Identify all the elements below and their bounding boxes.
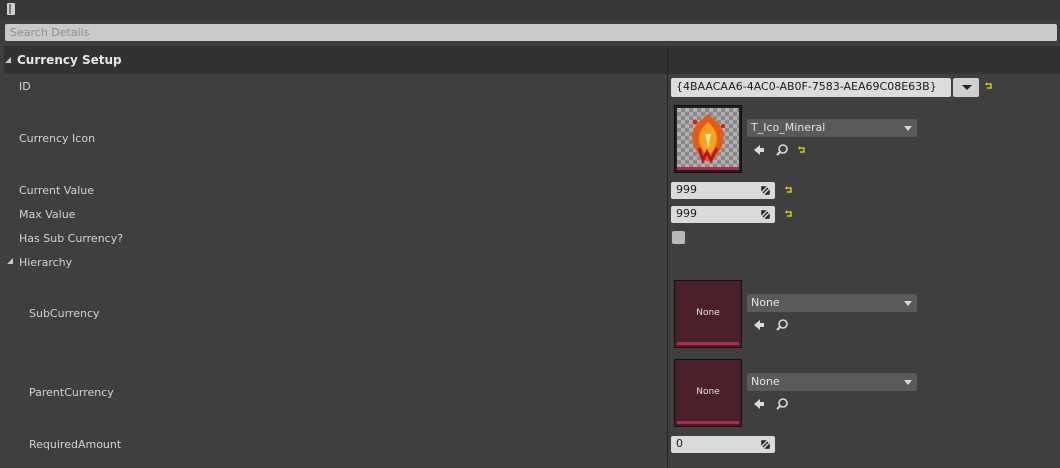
column-divider[interactable] bbox=[667, 46, 668, 468]
browse-asset-icon[interactable] bbox=[775, 143, 789, 157]
required-amount-field[interactable]: 0 bbox=[671, 436, 775, 453]
search-details-input[interactable] bbox=[5, 24, 1057, 41]
drag-value-icon[interactable] bbox=[761, 440, 770, 449]
required-amount-text: 0 bbox=[676, 437, 683, 450]
use-selected-asset-icon[interactable] bbox=[752, 143, 766, 157]
required-amount-label: RequiredAmount bbox=[29, 438, 122, 451]
hierarchy-label[interactable]: Hierarchy bbox=[19, 256, 72, 269]
drag-value-icon[interactable] bbox=[761, 186, 770, 195]
lock-icon[interactable] bbox=[6, 2, 16, 16]
mineral-icon bbox=[677, 108, 739, 168]
has-sub-currency-label: Has Sub Currency? bbox=[19, 232, 124, 245]
details-panel bbox=[0, 44, 1060, 468]
details-toolbar bbox=[0, 0, 1060, 20]
currency-icon-label: Currency Icon bbox=[19, 132, 96, 145]
browse-asset-icon[interactable] bbox=[775, 318, 789, 332]
reset-to-default-icon[interactable] bbox=[984, 81, 994, 91]
max-value-field[interactable]: 999 bbox=[671, 206, 775, 223]
max-value-text: 999 bbox=[676, 207, 697, 220]
category-title: Currency Setup bbox=[17, 53, 122, 67]
reset-to-default-icon[interactable] bbox=[797, 145, 807, 155]
sub-currency-label: SubCurrency bbox=[29, 307, 100, 320]
asset-type-bar bbox=[677, 167, 739, 170]
parent-currency-asset-picker[interactable]: None bbox=[747, 373, 917, 391]
parent-currency-thumbnail[interactable]: None bbox=[674, 359, 742, 427]
has-sub-currency-checkbox[interactable] bbox=[672, 231, 685, 244]
sub-currency-thumbnail[interactable]: None bbox=[674, 280, 742, 348]
asset-type-bar bbox=[677, 421, 739, 424]
category-header-currency-setup[interactable]: Currency Setup bbox=[4, 46, 1060, 74]
use-selected-asset-icon[interactable] bbox=[752, 397, 766, 411]
thumbnail-none-text: None bbox=[696, 387, 720, 397]
id-dropdown-button[interactable] bbox=[953, 78, 979, 97]
parent-currency-label: ParentCurrency bbox=[29, 386, 114, 399]
use-selected-asset-icon[interactable] bbox=[752, 318, 766, 332]
thumbnail-none-text: None bbox=[696, 308, 720, 318]
reset-to-default-icon[interactable] bbox=[784, 185, 794, 195]
current-value-label: Current Value bbox=[19, 184, 95, 197]
currency-icon-asset-picker[interactable]: T_Ico_Mineral bbox=[747, 119, 917, 137]
current-value-text: 999 bbox=[676, 183, 697, 196]
id-field[interactable]: {4BAACAA6-4AC0-AB0F-7583-AEA69C08E63B} bbox=[671, 78, 951, 97]
reset-to-default-icon[interactable] bbox=[784, 209, 794, 219]
currency-icon-thumbnail[interactable] bbox=[674, 105, 742, 173]
collapse-triangle-icon[interactable] bbox=[5, 57, 11, 63]
asset-type-bar bbox=[677, 342, 739, 345]
id-label: ID bbox=[19, 80, 31, 93]
collapse-triangle-icon[interactable] bbox=[7, 258, 13, 264]
current-value-field[interactable]: 999 bbox=[671, 182, 775, 199]
max-value-label: Max Value bbox=[19, 208, 76, 221]
sub-currency-asset-picker[interactable]: None bbox=[747, 294, 917, 312]
drag-value-icon[interactable] bbox=[761, 210, 770, 219]
browse-asset-icon[interactable] bbox=[775, 397, 789, 411]
